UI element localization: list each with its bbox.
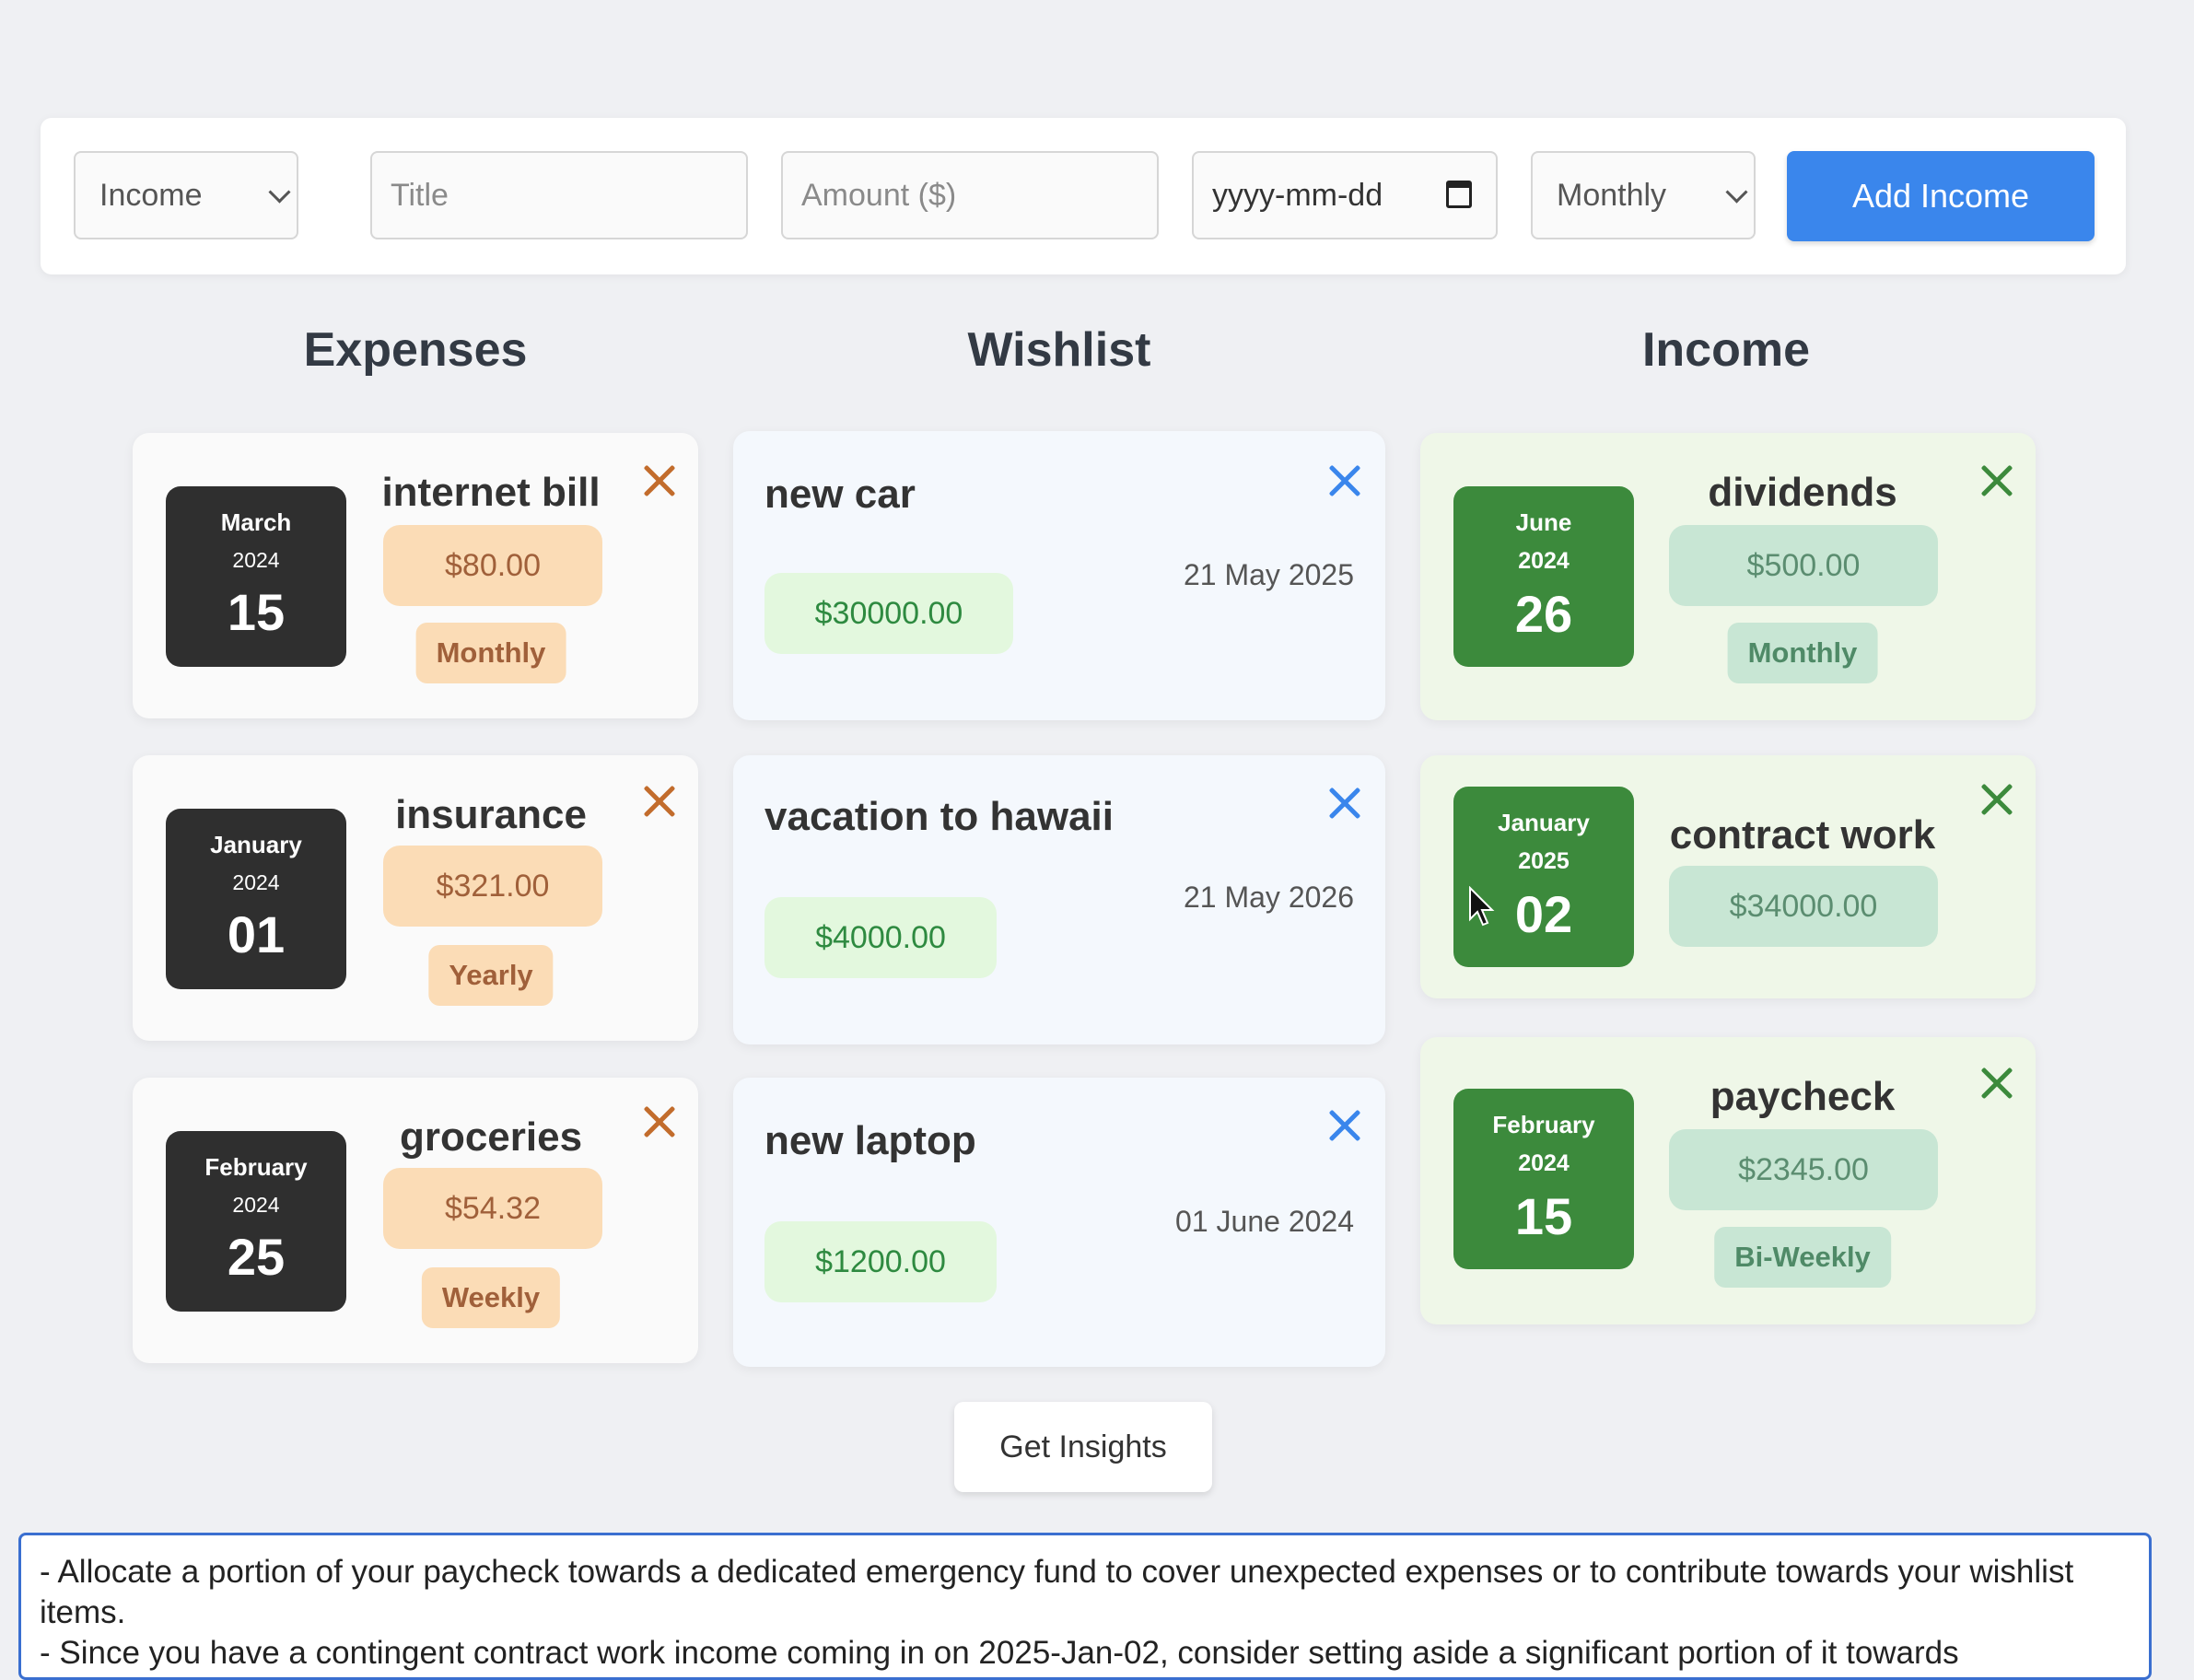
date-day: 15 — [227, 583, 286, 641]
insight-line: - Allocate a portion of your paycheck to… — [40, 1554, 2074, 1630]
title-placeholder: Title — [391, 177, 449, 213]
income-heading: Income — [1641, 323, 1811, 377]
close-icon[interactable] — [639, 461, 680, 501]
date-month: January — [1498, 809, 1590, 836]
wishlist-title: vacation to hawaii — [764, 794, 1114, 839]
add-entry-form: Income Title Amount ($) yyyy-mm-dd Month… — [41, 118, 2126, 274]
frequency-select[interactable]: Monthly — [1531, 151, 1756, 239]
close-icon[interactable] — [639, 781, 680, 822]
title-input[interactable]: Title — [370, 151, 748, 239]
date-year: 2024 — [1518, 548, 1570, 574]
expense-date-badge: March 2024 15 — [166, 486, 346, 667]
wishlist-date: 01 June 2024 — [1175, 1205, 1354, 1238]
income-title: contract work — [1669, 812, 1936, 858]
chevron-down-icon — [268, 181, 291, 204]
wishlist-amount: $4000.00 — [764, 897, 997, 978]
wishlist-date: 21 May 2026 — [1183, 881, 1354, 914]
date-month: June — [1515, 508, 1572, 536]
close-icon[interactable] — [1325, 1105, 1365, 1146]
expense-card: February 2024 25 groceries $54.32 Weekly — [133, 1078, 698, 1363]
income-date-badge: June 2024 26 — [1453, 486, 1634, 667]
expense-amount: $80.00 — [383, 525, 602, 606]
insight-line: - Since you have a contingent contract w… — [40, 1635, 1959, 1671]
date-year: 2024 — [232, 1193, 280, 1217]
expense-title: insurance — [395, 792, 587, 837]
date-year: 2025 — [1518, 848, 1570, 874]
date-month: February — [204, 1153, 308, 1181]
expense-title: internet bill — [381, 470, 601, 515]
close-icon[interactable] — [1325, 461, 1365, 501]
expense-frequency: Weekly — [421, 1267, 561, 1328]
wishlist-card: vacation to hawaii 21 May 2026 $4000.00 — [733, 755, 1385, 1044]
amount-input[interactable]: Amount ($) — [781, 151, 1159, 239]
income-frequency: Monthly — [1727, 623, 1878, 683]
close-icon[interactable] — [1977, 779, 2017, 820]
expense-date-badge: February 2024 25 — [166, 1131, 346, 1312]
add-income-button[interactable]: Add Income — [1787, 151, 2095, 241]
date-month: February — [1492, 1111, 1595, 1138]
income-title: paycheck — [1710, 1074, 1896, 1119]
wishlist-title: new laptop — [764, 1118, 976, 1163]
close-icon[interactable] — [1977, 1063, 2017, 1103]
income-amount: $34000.00 — [1669, 866, 1938, 947]
expense-amount: $54.32 — [383, 1168, 602, 1249]
expense-amount: $321.00 — [383, 846, 602, 927]
wishlist-amount: $30000.00 — [764, 573, 1013, 654]
entry-type-value: Income — [99, 177, 203, 213]
close-icon[interactable] — [1325, 783, 1365, 823]
income-frequency: Bi-Weekly — [1714, 1227, 1891, 1288]
income-card: June 2024 26 dividends $500.00 Monthly — [1420, 433, 2036, 720]
income-amount: $500.00 — [1669, 525, 1938, 606]
income-date-badge: January 2025 02 — [1453, 787, 1634, 967]
get-insights-button[interactable]: Get Insights — [954, 1402, 1212, 1492]
chevron-down-icon — [1725, 181, 1748, 204]
expense-date-badge: January 2024 01 — [166, 809, 346, 989]
expense-card: March 2024 15 internet bill $80.00 Month… — [133, 433, 698, 718]
income-card: February 2024 15 paycheck $2345.00 Bi-We… — [1420, 1037, 2036, 1324]
date-day: 01 — [227, 905, 286, 963]
wishlist-title: new car — [764, 472, 916, 517]
wishlist-heading: Wishlist — [967, 323, 1151, 377]
date-placeholder: yyyy-mm-dd — [1212, 177, 1383, 213]
insights-output[interactable]: - Allocate a portion of your paycheck to… — [18, 1533, 2152, 1680]
wishlist-date: 21 May 2025 — [1183, 558, 1354, 591]
expense-title: groceries — [399, 1114, 583, 1160]
date-month: January — [210, 831, 302, 858]
entry-type-select[interactable]: Income — [74, 151, 298, 239]
date-day: 15 — [1514, 1187, 1573, 1245]
wishlist-card: new laptop 01 June 2024 $1200.00 — [733, 1078, 1385, 1367]
date-month: March — [220, 508, 292, 536]
close-icon[interactable] — [1977, 461, 2017, 501]
expense-card: January 2024 01 insurance $321.00 Yearly — [133, 755, 698, 1041]
expense-frequency: Yearly — [428, 945, 554, 1006]
income-amount: $2345.00 — [1669, 1129, 1938, 1210]
wishlist-card: new car 21 May 2025 $30000.00 — [733, 431, 1385, 720]
wishlist-amount: $1200.00 — [764, 1221, 997, 1302]
frequency-value: Monthly — [1557, 177, 1667, 213]
expenses-heading: Expenses — [303, 323, 528, 377]
amount-placeholder: Amount ($) — [801, 177, 957, 213]
income-date-badge: February 2024 15 — [1453, 1089, 1634, 1269]
date-input[interactable]: yyyy-mm-dd — [1192, 151, 1498, 239]
date-day: 25 — [227, 1228, 286, 1286]
calendar-icon[interactable] — [1446, 181, 1472, 208]
income-card: January 2025 02 contract work $34000.00 — [1420, 755, 2036, 998]
date-year: 2024 — [232, 870, 280, 894]
mouse-pointer-icon — [1469, 886, 1495, 927]
date-day: 26 — [1514, 585, 1573, 643]
close-icon[interactable] — [639, 1102, 680, 1142]
income-title: dividends — [1708, 470, 1897, 515]
date-year: 2024 — [232, 548, 280, 572]
date-year: 2024 — [1518, 1150, 1570, 1176]
expense-frequency: Monthly — [415, 623, 566, 683]
